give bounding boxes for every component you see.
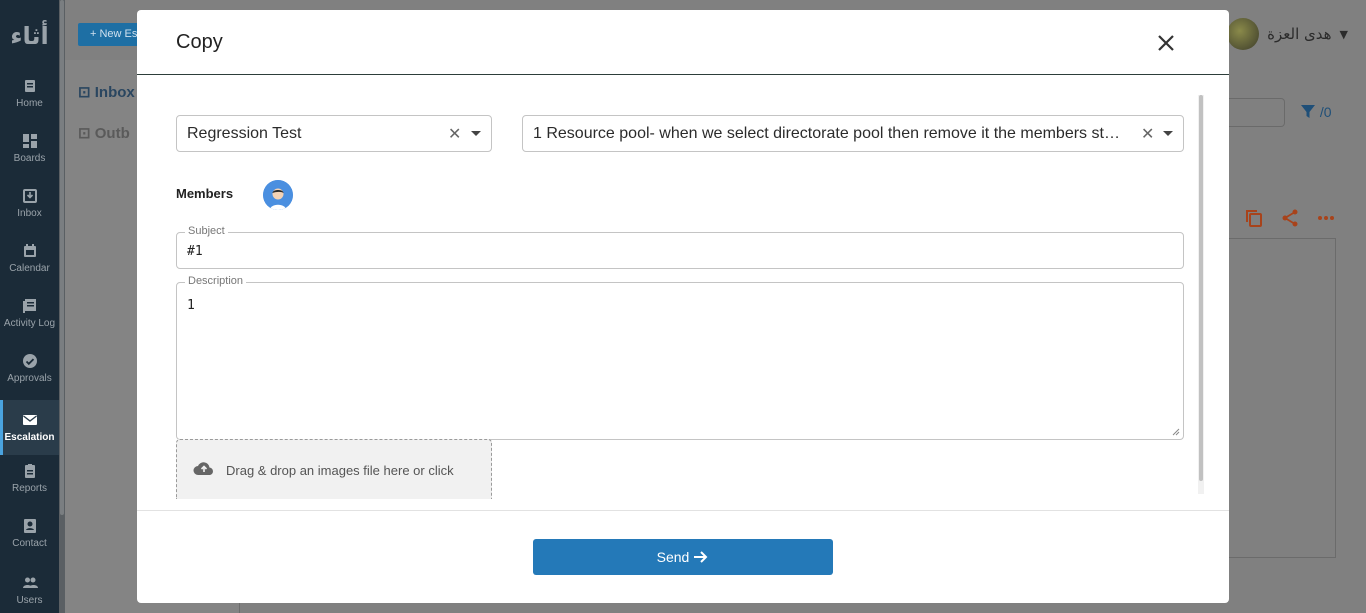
sidebar-item-label: Contact xyxy=(12,538,47,549)
sidebar-item-contact[interactable]: Contact xyxy=(0,518,59,573)
approvals-icon xyxy=(22,354,37,368)
filter-count: /0 xyxy=(1319,104,1332,120)
search-input[interactable] xyxy=(1229,98,1285,127)
sidebar: أثاء Home Boards Inbox Calendar Activity… xyxy=(0,0,59,613)
boards-icon xyxy=(22,134,37,148)
chevron-down-icon[interactable] xyxy=(471,131,481,136)
description-label: Description xyxy=(185,275,247,287)
chevron-down-icon[interactable] xyxy=(1163,131,1173,136)
subject-label: Subject xyxy=(185,225,228,237)
more-options-icon[interactable] xyxy=(1316,208,1336,228)
subject-value: #1 xyxy=(187,244,203,259)
description-value: 1 xyxy=(187,298,195,313)
resize-handle-icon[interactable] xyxy=(1172,428,1180,436)
sidebar-item-inbox[interactable]: Inbox xyxy=(0,188,59,243)
sidebar-item-label: Reports xyxy=(11,483,47,494)
users-icon xyxy=(22,577,38,588)
copy-icon[interactable] xyxy=(1244,208,1264,228)
modal-header: Copy xyxy=(137,10,1229,75)
dropzone-text: Drag & drop an images file here or click xyxy=(226,463,454,478)
left-item-outbox[interactable]: ⊡ Outb xyxy=(78,124,130,142)
avatar xyxy=(1227,18,1260,50)
reports-icon xyxy=(24,464,35,478)
sidebar-item-label: Boards xyxy=(13,153,46,164)
sidebar-item-label: Users xyxy=(16,595,43,606)
arrow-right-icon xyxy=(694,551,708,563)
sidebar-item-label: Approvals xyxy=(7,373,52,384)
modal-body: Regression Test ✕ 1 Resource pool- when … xyxy=(137,76,1229,510)
sidebar-item-calendar[interactable]: Calendar xyxy=(0,243,59,298)
modal-title: Copy xyxy=(176,31,223,53)
inbox-icon: ⊡ xyxy=(78,84,95,101)
filter-icon xyxy=(1301,105,1315,118)
chevron-down-icon: ▼ xyxy=(1339,27,1348,41)
document-card xyxy=(1229,238,1336,558)
modal-scrollbar[interactable] xyxy=(1198,95,1204,494)
user-name: هدى العزة xyxy=(1267,25,1332,43)
app-logo: أثاء xyxy=(10,22,49,50)
image-dropzone[interactable]: Drag & drop an images file here or click xyxy=(176,439,492,499)
clear-icon[interactable]: ✕ xyxy=(1141,124,1154,144)
document-actions xyxy=(1244,208,1336,228)
sidebar-item-reports[interactable]: Reports xyxy=(0,463,59,518)
description-field[interactable]: Description 1 xyxy=(176,275,1184,440)
task-select-value: 1 Resource pool- when we select director… xyxy=(533,125,1123,142)
send-button[interactable]: Send xyxy=(533,539,833,575)
user-menu[interactable]: هدى العزة ▼ xyxy=(1227,18,1348,50)
members-label: Members xyxy=(176,186,234,201)
modal-footer: Send xyxy=(137,510,1229,603)
send-label: Send xyxy=(656,549,690,565)
close-icon[interactable] xyxy=(1153,30,1179,56)
sidebar-item-home[interactable]: Home xyxy=(0,78,59,133)
sidebar-item-label: Home xyxy=(16,98,43,109)
sidebar-item-boards[interactable]: Boards xyxy=(0,133,59,188)
task-select[interactable]: 1 Resource pool- when we select director… xyxy=(522,115,1184,152)
share-icon[interactable] xyxy=(1280,208,1300,228)
filter-button[interactable]: /0 xyxy=(1300,104,1332,120)
sidebar-item-label: Inbox xyxy=(17,208,42,219)
subject-field[interactable]: Subject #1 xyxy=(176,225,1184,269)
cloud-upload-icon xyxy=(193,462,213,475)
member-avatar[interactable] xyxy=(263,180,293,210)
board-select[interactable]: Regression Test ✕ xyxy=(176,115,492,152)
board-select-value: Regression Test xyxy=(187,125,302,142)
clear-icon[interactable]: ✕ xyxy=(448,124,461,144)
sidebar-item-activity-log[interactable]: Activity Log xyxy=(0,298,59,353)
sidebar-item-label: Calendar xyxy=(9,263,50,274)
sidebar-item-escalation[interactable]: Escalation xyxy=(0,400,59,455)
envelope-icon xyxy=(22,415,37,425)
home-icon xyxy=(24,80,35,92)
activity-log-icon xyxy=(22,299,36,313)
sidebar-item-label: Escalation xyxy=(4,432,55,443)
sidebar-item-users[interactable]: Users xyxy=(0,575,59,613)
contact-icon xyxy=(23,519,36,533)
person-icon xyxy=(263,180,293,210)
outbox-icon: ⊡ xyxy=(78,125,95,142)
sidebar-item-label: Activity Log xyxy=(3,318,56,329)
left-item-inbox[interactable]: ⊡ Inbox xyxy=(78,83,135,101)
calendar-icon xyxy=(23,244,36,257)
inbox-icon xyxy=(22,189,37,203)
copy-modal: Copy Regression Test ✕ 1 Resource pool- … xyxy=(137,10,1229,603)
